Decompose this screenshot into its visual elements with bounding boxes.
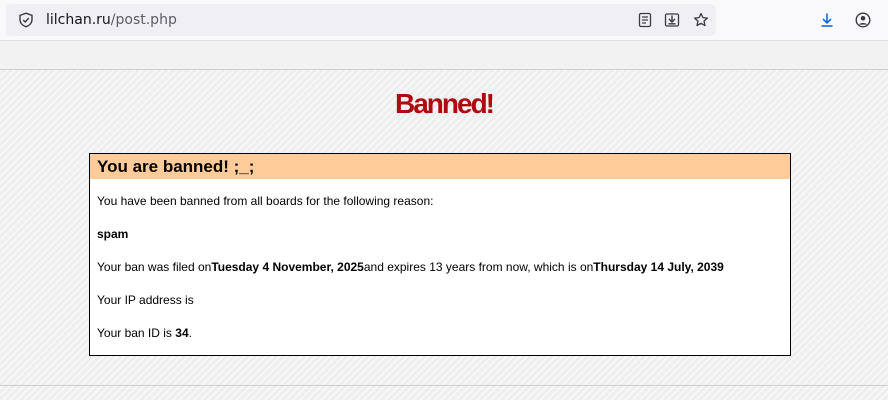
account-icon[interactable] [855,12,871,28]
ban-reason: spam [97,227,129,241]
bottom-divider [0,385,888,386]
page-content: Banned! You are banned! ;_; You have bee… [0,41,888,400]
ban-box: You are banned! ;_; You have been banned… [89,153,791,356]
save-page-icon[interactable] [664,12,680,28]
ban-id-line: Your ban ID is 34. [97,326,783,340]
filed-date: Tuesday 4 November, 2025 [211,260,364,274]
address-bar[interactable]: lilchan.ru/post.php [6,4,716,36]
reader-view-icon[interactable] [637,12,653,28]
top-bar [0,41,888,70]
ban-box-header: You are banned! ;_; [90,154,790,179]
expires-date: Thursday 14 July, 2039 [593,260,724,274]
browser-toolbar: lilchan.ru/post.php [0,0,888,41]
bookmark-star-icon[interactable] [693,12,709,28]
ip-address-line: Your IP address is [97,293,194,307]
url-host: lilchan.ru [46,12,111,28]
downloads-icon[interactable] [819,12,835,28]
ban-box-body: You have been banned from all boards for… [90,179,790,340]
expires-text: and expires 13 years from now, which is … [363,260,594,274]
ban-id: 34 [175,326,189,340]
ban-intro: You have been banned from all boards for… [97,194,434,208]
filed-prefix: Your ban was filed on [97,260,212,274]
ban-id-suffix: . [188,326,192,340]
page-title: Banned! [395,88,495,119]
ban-dates: Your ban was filed onTuesday 4 November,… [97,260,783,274]
url-path: /post.php [110,12,177,28]
url-text[interactable]: lilchan.ru/post.php [46,12,177,28]
ban-id-prefix: Your ban ID is [97,326,176,340]
shield-icon[interactable] [18,12,34,28]
